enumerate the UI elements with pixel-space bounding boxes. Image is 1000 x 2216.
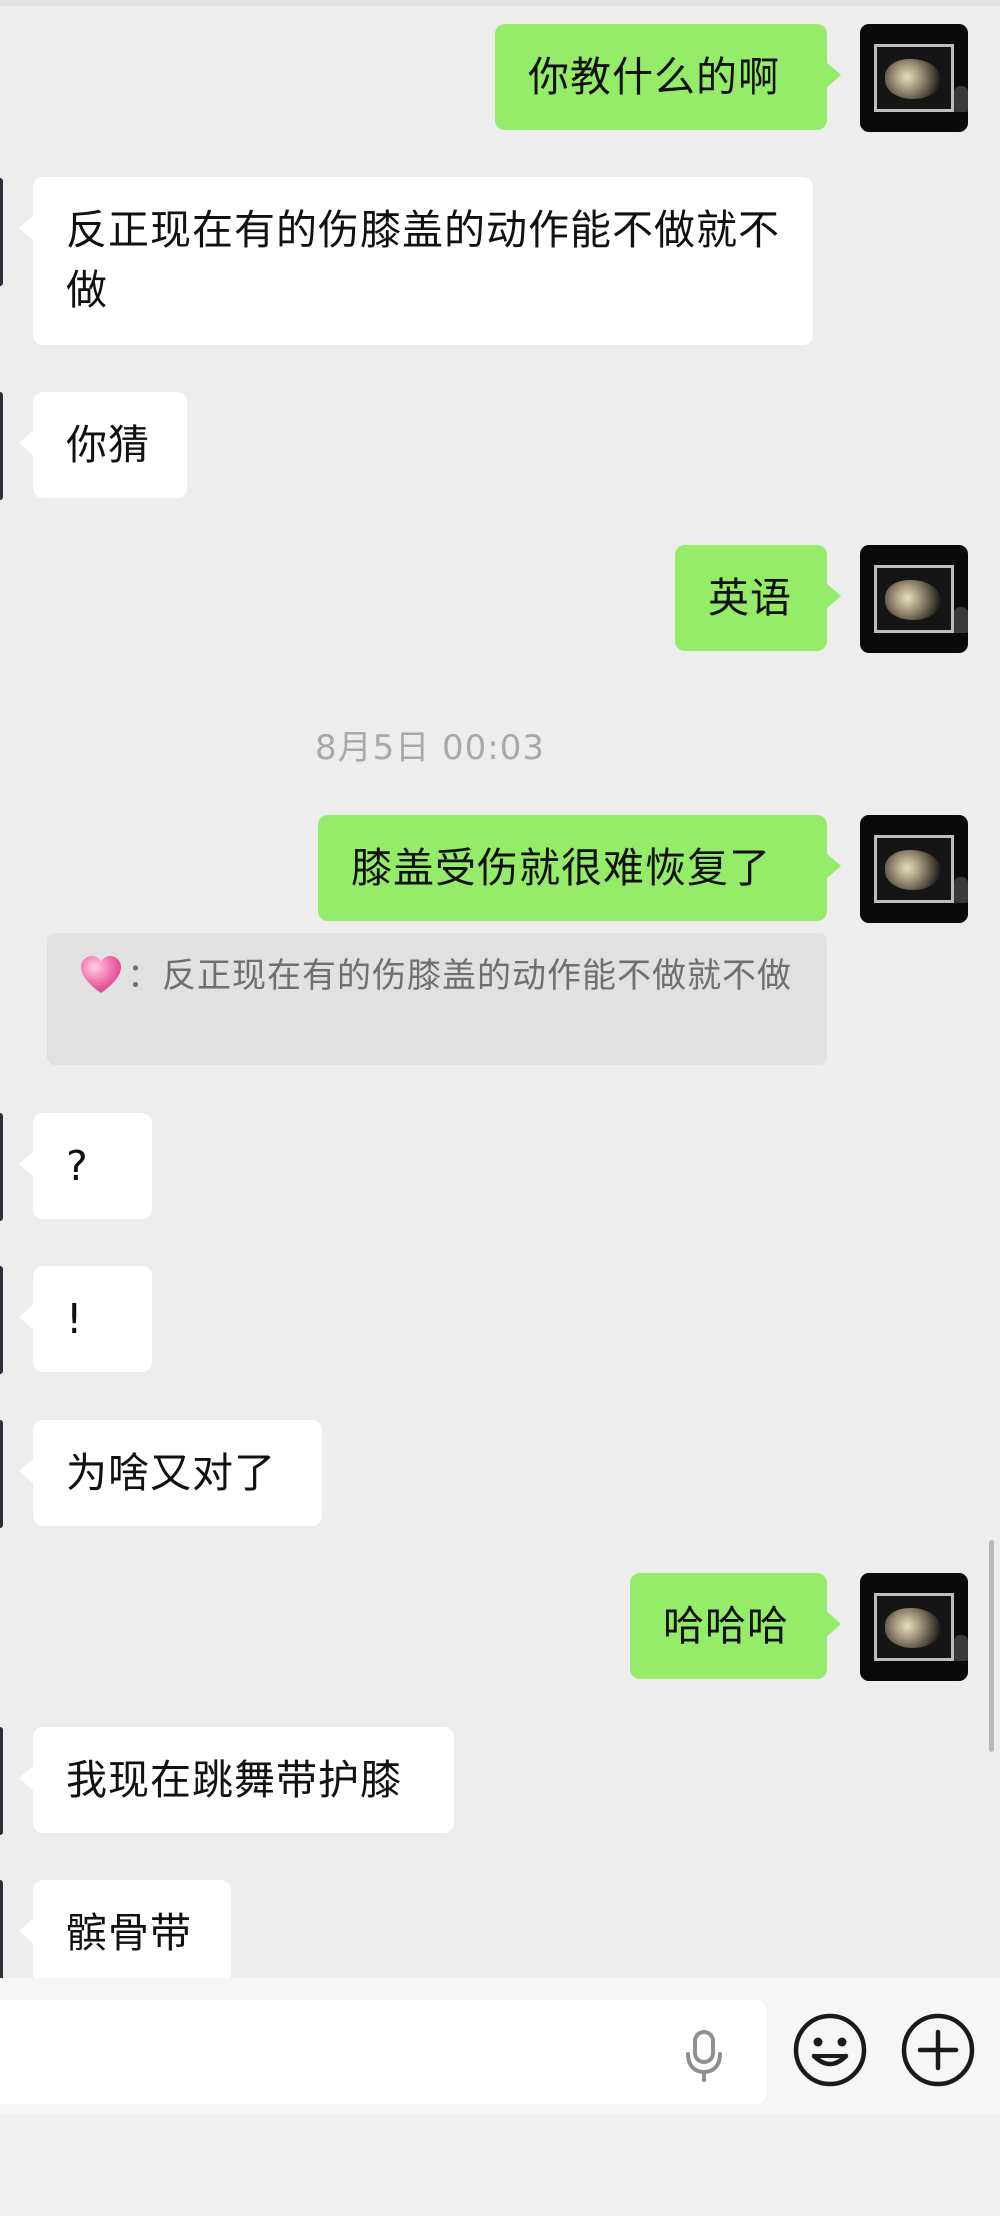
quote-text: 反正现在有的伤膝盖的动作能不做就不做 (162, 956, 792, 996)
message-text: 为啥又对了 (66, 1449, 276, 1497)
chat-area[interactable]: 你教什么的啊 反正现在有的伤膝盖的动作能不做就不做 你猜 英语 8月5日 00:… (0, 0, 1000, 1978)
message-text: 哈哈哈 (663, 1602, 789, 1650)
timestamp: 8月5日 00:03 (314, 728, 546, 768)
microphone-icon[interactable] (684, 2030, 724, 2082)
message-bubble-received[interactable]: 为啥又对了 (19, 1420, 322, 1526)
message-text: 我现在跳舞带护膝 (66, 1756, 402, 1804)
message-text: ! (66, 1295, 84, 1343)
message-bubble-received[interactable]: ? (19, 1113, 152, 1219)
message-bubble-received[interactable]: 你猜 (19, 392, 187, 498)
avatar-picture-frame (874, 565, 954, 633)
contact-avatar-edge[interactable] (0, 1420, 3, 1528)
avatar-picture-frame (874, 44, 954, 112)
my-avatar[interactable] (860, 1573, 968, 1681)
smiley-icon[interactable] (792, 2012, 868, 2088)
quoted-message[interactable]: ：反正现在有的伤膝盖的动作能不做就不做 (47, 933, 827, 1065)
message-text: 反正现在有的伤膝盖的动作能不做就不做 (66, 206, 780, 314)
pink-heart-icon (81, 956, 121, 993)
avatar-picture-frame (874, 1593, 954, 1661)
contact-avatar-edge[interactable] (0, 1266, 3, 1374)
message-text: 英语 (708, 574, 792, 622)
avatar-picture-frame (874, 835, 954, 903)
message-text: 你教什么的啊 (528, 53, 780, 101)
my-avatar[interactable] (860, 815, 968, 923)
message-bubble-sent[interactable]: 膝盖受伤就很难恢复了 (318, 815, 841, 921)
plus-circle-icon[interactable] (900, 2012, 976, 2088)
my-avatar[interactable] (860, 545, 968, 653)
contact-avatar-edge[interactable] (0, 1880, 3, 1978)
message-bubble-received[interactable]: 髌骨带 (19, 1880, 231, 1978)
message-bubble-sent[interactable]: 哈哈哈 (630, 1573, 841, 1679)
message-text: ? (66, 1142, 89, 1190)
contact-avatar-edge[interactable] (0, 1113, 3, 1221)
message-bubble-sent[interactable]: 你教什么的啊 (495, 24, 841, 130)
message-bubble-received[interactable]: ! (19, 1266, 152, 1372)
top-divider (0, 0, 1000, 6)
contact-avatar-edge[interactable] (0, 178, 3, 286)
my-avatar[interactable] (860, 24, 968, 132)
quote-separator: ： (127, 956, 162, 996)
message-text: 髌骨带 (66, 1909, 192, 1957)
message-input[interactable] (0, 2000, 766, 2104)
message-bubble-received[interactable]: 反正现在有的伤膝盖的动作能不做就不做 (19, 177, 813, 345)
message-text: 你猜 (66, 421, 150, 469)
message-bubble-received[interactable]: 我现在跳舞带护膝 (19, 1727, 454, 1833)
input-bar (0, 1978, 1000, 2216)
bottom-safe-area (0, 2114, 1000, 2216)
scrollbar[interactable] (989, 1540, 994, 1752)
contact-avatar-edge[interactable] (0, 1727, 3, 1835)
contact-avatar-edge[interactable] (0, 392, 3, 500)
message-bubble-sent[interactable]: 英语 (675, 545, 841, 651)
message-text: 膝盖受伤就很难恢复了 (351, 844, 771, 892)
